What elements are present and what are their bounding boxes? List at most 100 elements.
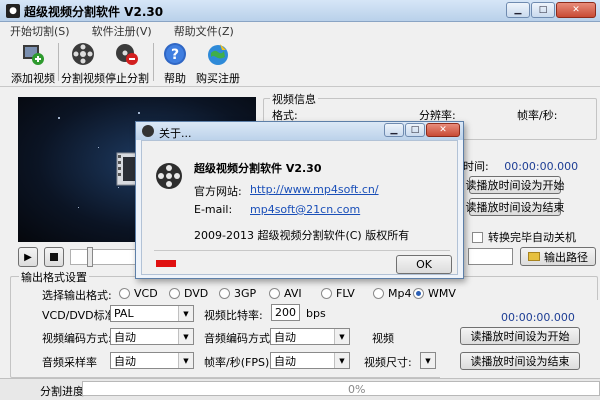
set-end-button[interactable]: 读播放时间设为结束	[466, 198, 565, 216]
set-start-button[interactable]: 读播放时间设为开始	[466, 176, 565, 194]
maximize-button[interactable]: □	[531, 2, 555, 18]
about-maximize-button[interactable]: □	[405, 123, 425, 137]
about-dialog-controls: ▁ □ ✕	[384, 123, 460, 137]
website-link[interactable]: http://www.mp4soft.cn/	[250, 183, 379, 196]
video-truncated-label: 视频	[372, 332, 394, 345]
help-icon: ?	[162, 41, 188, 67]
email-link[interactable]: mp4soft@21cn.com	[250, 203, 360, 216]
svg-text:?: ?	[171, 47, 179, 63]
time-value: 00:00:00.000	[504, 160, 579, 173]
auto-shutdown-option[interactable]: 转换完毕自动关机	[472, 229, 576, 245]
video-codec-label: 视频编码方式:	[42, 332, 112, 345]
split-video-button[interactable]: 分割视频	[61, 39, 105, 87]
chevron-down-icon: ▼	[178, 353, 193, 368]
radio-dot[interactable]	[269, 288, 280, 299]
radio-dot[interactable]	[169, 288, 180, 299]
about-dialog-title: 关于...	[159, 127, 192, 140]
window-title: 超级视频分割软件 V2.30	[24, 5, 164, 19]
stop-split-label: 停止分割	[105, 72, 149, 85]
fps-label: 帧率/秒(FPS)	[204, 356, 270, 369]
help-label: 帮助	[164, 72, 186, 85]
ok-button[interactable]: OK	[396, 255, 452, 274]
time-panel-lower: 00:00:00.000 读播放时间设为开始 读播放时间设为结束	[440, 300, 598, 378]
add-video-button[interactable]: 添加视频	[10, 39, 56, 87]
radio-avi[interactable]: AVI	[269, 287, 321, 300]
radio-dvd[interactable]: DVD	[169, 287, 219, 300]
menu-help-file[interactable]: 帮助文件(Z)	[174, 23, 234, 39]
stop-split-button[interactable]: 停止分割	[105, 39, 149, 87]
folder-icon	[528, 252, 540, 261]
film-reel-icon: ●	[6, 4, 20, 18]
output-path-button[interactable]: 输出路径	[520, 247, 596, 266]
radio-flv[interactable]: FLV	[321, 287, 373, 300]
framerate-label: 帧率/秒:	[517, 109, 558, 122]
chevron-down-icon: ▼	[178, 329, 193, 344]
chevron-down-icon: ▼	[421, 353, 435, 368]
radio-mp4[interactable]: Mp4	[373, 287, 413, 300]
vcd-standard-select[interactable]: PAL ▼	[110, 305, 194, 322]
slider-thumb[interactable]	[87, 247, 93, 267]
split-video-label: 分割视频	[61, 72, 105, 85]
auto-shutdown-checkbox[interactable]	[472, 231, 483, 243]
buy-register-label: 购买注册	[196, 72, 240, 85]
chevron-down-icon: ▼	[178, 306, 193, 321]
email-label: E-mail:	[194, 203, 233, 216]
menu-register[interactable]: 软件注册(V)	[92, 23, 152, 39]
radio-vcd[interactable]: VCD	[119, 287, 169, 300]
bitrate-unit: bps	[306, 307, 326, 320]
red-badge	[156, 260, 176, 267]
audio-codec-select[interactable]: 自动 ▼	[270, 328, 350, 345]
time-value-lower: 00:00:00.000	[501, 311, 575, 324]
radio-3gp[interactable]: 3GP	[219, 287, 269, 300]
buy-register-button[interactable]: 购买注册	[196, 39, 240, 87]
radio-dot[interactable]	[219, 288, 230, 299]
about-dialog-title-bar: 关于... ▁ □ ✕	[136, 122, 463, 140]
close-button[interactable]: ✕	[556, 2, 596, 18]
fps-select[interactable]: 自动 ▼	[270, 352, 350, 369]
film-reel-icon	[70, 41, 96, 67]
split-progress-bar: 0%	[82, 381, 600, 396]
output-path-label: 输出路径	[544, 250, 588, 264]
video-size-select[interactable]: ▼	[420, 352, 436, 369]
video-info-title: 视频信息	[270, 91, 318, 107]
bitrate-input[interactable]: 200	[271, 304, 300, 321]
audio-rate-select[interactable]: 自动 ▼	[110, 352, 194, 369]
toolbar-separator	[153, 43, 154, 81]
about-close-button[interactable]: ✕	[426, 123, 460, 137]
toolbar-separator	[58, 43, 59, 81]
progress-percent: 0%	[348, 383, 366, 396]
output-format-label: 选择输出格式:	[42, 289, 112, 302]
website-label: 官方网站:	[194, 185, 242, 198]
video-size-label: 视频尺寸:	[364, 356, 412, 369]
chevron-down-icon: ▼	[334, 329, 349, 344]
radio-dot[interactable]	[119, 288, 130, 299]
about-minimize-button[interactable]: ▁	[384, 123, 404, 137]
menu-start-cut[interactable]: 开始切割(S)	[10, 23, 70, 39]
radio-dot-selected[interactable]	[413, 288, 424, 299]
seek-slider[interactable]	[70, 247, 137, 267]
help-button[interactable]: ? 帮助	[158, 39, 192, 87]
set-end-button-lower[interactable]: 读播放时间设为结束	[460, 352, 580, 370]
audio-rate-label: 音频采样率	[42, 356, 97, 369]
radio-dot[interactable]	[373, 288, 384, 299]
bitrate-label: 视频比特率:	[204, 309, 263, 322]
video-codec-select[interactable]: 自动 ▼	[110, 328, 194, 345]
auto-shutdown-label: 转换完毕自动关机	[488, 231, 576, 244]
output-path-field[interactable]	[468, 248, 513, 265]
minimize-button[interactable]: ▁	[506, 2, 530, 18]
stop-film-icon	[114, 41, 140, 67]
add-video-label: 添加视频	[11, 72, 55, 85]
film-reel-icon	[142, 125, 154, 137]
stop-icon	[50, 253, 58, 261]
output-format-title: 输出格式设置	[19, 269, 89, 285]
copyright-text: 2009-2013 超级视频分割软件(C) 版权所有	[194, 229, 410, 242]
set-start-button-lower[interactable]: 读播放时间设为开始	[460, 327, 580, 345]
toolbar: 添加视频 分割视频 停止分割 ? 帮助 购买注册	[0, 39, 600, 87]
stop-button[interactable]	[44, 247, 64, 267]
radio-wmv[interactable]: WMV	[413, 287, 457, 300]
add-video-icon	[20, 41, 46, 67]
menu-bar: 开始切割(S) 软件注册(V) 帮助文件(Z)	[0, 22, 600, 39]
play-button[interactable]: ▶	[18, 247, 38, 267]
window-controls: ▁ □ ✕	[506, 2, 596, 18]
radio-dot[interactable]	[321, 288, 332, 299]
